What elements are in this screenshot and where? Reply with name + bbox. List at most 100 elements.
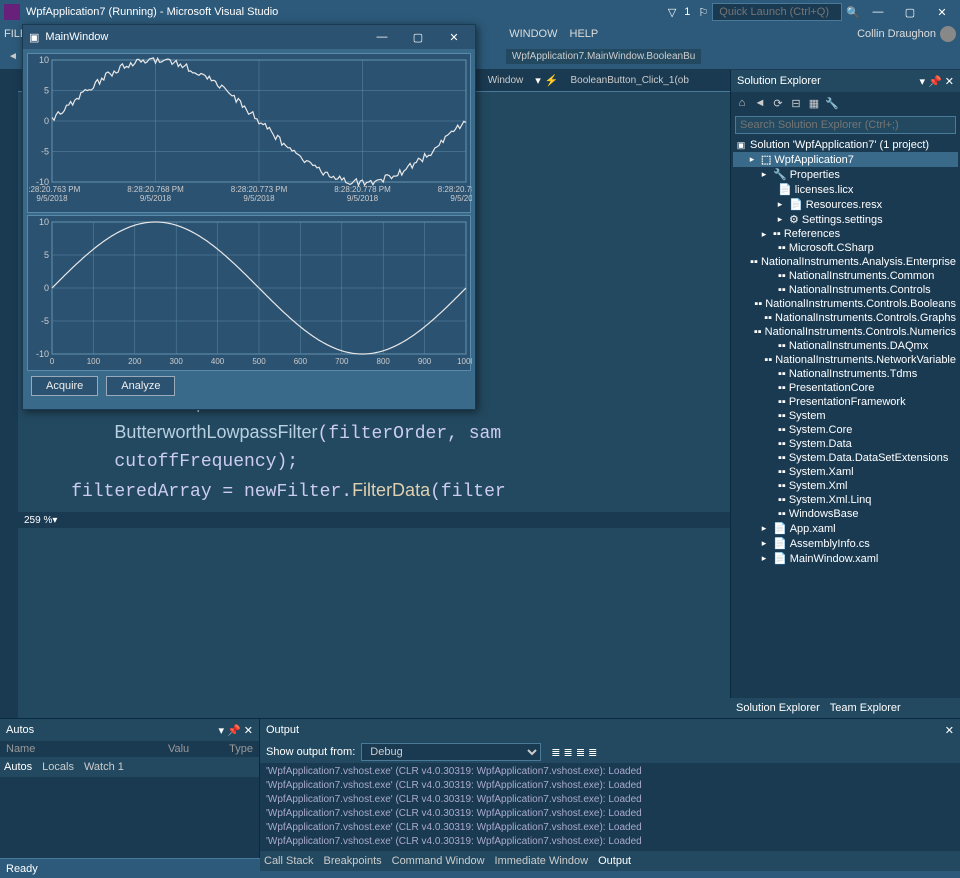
svg-text:9/5/2018: 9/5/2018 xyxy=(36,194,68,203)
solution-tree[interactable]: ▣Solution 'WpfApplication7' (1 project) … xyxy=(731,136,960,718)
svg-text:0: 0 xyxy=(50,357,55,366)
status-text: Ready xyxy=(6,863,38,875)
titlebar: WpfApplication7 (Running) - Microsoft Vi… xyxy=(0,0,960,24)
svg-text:500: 500 xyxy=(252,357,266,366)
menu-window[interactable]: WINDOW xyxy=(509,28,557,40)
notification-icon[interactable]: ▽ xyxy=(668,6,676,19)
refresh-icon[interactable]: ⟳ xyxy=(771,96,785,110)
tab-locals[interactable]: Locals xyxy=(42,761,74,773)
nav-scope[interactable]: Window xyxy=(480,73,532,88)
reference-item[interactable]: ▪▪ System.Data xyxy=(733,437,958,451)
tab-output[interactable]: Output xyxy=(598,855,631,867)
collapse-icon[interactable]: ⊟ xyxy=(789,96,803,110)
reference-item[interactable]: ▪▪ System.Xml.Linq xyxy=(733,493,958,507)
tab-breakpoints[interactable]: Breakpoints xyxy=(324,855,382,867)
solution-search-input[interactable] xyxy=(735,116,956,134)
svg-text:700: 700 xyxy=(335,357,349,366)
svg-text:8:28:20.773 PM: 8:28:20.773 PM xyxy=(231,185,288,194)
user-name: Collin Draughon xyxy=(857,28,936,40)
toolbar-back[interactable]: ◄ xyxy=(4,49,22,64)
output-source-label: Show output from: xyxy=(266,746,355,758)
menu-help[interactable]: HELP xyxy=(570,28,599,40)
tree-file[interactable]: ▸⚙ Settings.settings xyxy=(733,212,958,227)
tab-team-explorer[interactable]: Team Explorer xyxy=(830,702,901,714)
references-node[interactable]: ▸▪▪ References xyxy=(733,227,958,241)
maximize-button[interactable]: ▢ xyxy=(403,27,433,47)
reference-item[interactable]: ▪▪ NationalInstruments.Analysis.Enterpri… xyxy=(733,255,958,269)
autos-title: Autos xyxy=(6,724,34,736)
acquire-button[interactable]: Acquire xyxy=(31,376,98,396)
zoom-level[interactable]: 259 % ▾ xyxy=(18,512,730,528)
user-badge[interactable]: Collin Draughon xyxy=(857,26,956,42)
close-button[interactable]: ✕ xyxy=(928,2,956,22)
reference-item[interactable]: ▪▪ PresentationCore xyxy=(733,381,958,395)
show-all-icon[interactable]: ▦ xyxy=(807,96,821,110)
home-icon[interactable]: ⌂ xyxy=(735,96,749,110)
svg-text:900: 900 xyxy=(418,357,432,366)
reference-item[interactable]: ▪▪ System.Data.DataSetExtensions xyxy=(733,451,958,465)
svg-text:8:28:20.768 PM: 8:28:20.768 PM xyxy=(127,185,184,194)
quick-launch-input[interactable] xyxy=(712,3,842,21)
tab-callstack[interactable]: Call Stack xyxy=(264,855,314,867)
reference-item[interactable]: ▪▪ NationalInstruments.Tdms xyxy=(733,367,958,381)
tree-file[interactable]: 📄 licenses.licx xyxy=(733,182,958,197)
reference-item[interactable]: ▪▪ NationalInstruments.Controls.Graphs xyxy=(733,311,958,325)
output-text[interactable]: 'WpfApplication7.vshost.exe' (CLR v4.0.3… xyxy=(260,763,960,851)
reference-item[interactable]: ▪▪ System xyxy=(733,409,958,423)
svg-text:800: 800 xyxy=(377,357,391,366)
svg-text:8:28:20.783 PM: 8:28:20.783 PM xyxy=(438,185,472,194)
analyze-button[interactable]: Analyze xyxy=(106,376,175,396)
tab-solution-explorer[interactable]: Solution Explorer xyxy=(736,702,820,714)
avatar-icon xyxy=(940,26,956,42)
tab-command[interactable]: Command Window xyxy=(392,855,485,867)
autos-panel: Autos ▾ 📌 ✕ Name Valu Type Autos Locals W… xyxy=(0,719,260,858)
col-type: Type xyxy=(229,743,253,755)
tree-file[interactable]: ▸📄 Resources.resx xyxy=(733,197,958,212)
clear-icon[interactable]: ≣ ≣ ≣ ≣ xyxy=(551,746,597,759)
maximize-button[interactable]: ▢ xyxy=(896,2,924,22)
tab-autos[interactable]: Autos xyxy=(4,761,32,773)
tab-watch1[interactable]: Watch 1 xyxy=(84,761,124,773)
col-value: Valu xyxy=(168,743,189,755)
project-node[interactable]: ▸⬚ WpfApplication7 xyxy=(733,152,958,167)
reference-item[interactable]: ▪▪ System.Core xyxy=(733,423,958,437)
mainwindow-title: MainWindow xyxy=(45,31,108,43)
reference-item[interactable]: ▪▪ System.Xml xyxy=(733,479,958,493)
tree-file[interactable]: ▸📄 MainWindow.xaml xyxy=(733,551,958,566)
left-tool-strip[interactable] xyxy=(0,70,18,718)
reference-item[interactable]: ▪▪ NationalInstruments.DAQmx xyxy=(733,339,958,353)
reference-item[interactable]: ▪▪ NationalInstruments.NetworkVariable xyxy=(733,353,958,367)
nav-member[interactable]: BooleanButton_Click_1(ob xyxy=(563,73,697,88)
flag-icon[interactable]: ⚐ xyxy=(698,6,708,19)
reference-item[interactable]: ▪▪ NationalInstruments.Controls.Numerics xyxy=(733,325,958,339)
breadcrumb[interactable]: WpfApplication7.MainWindow.BooleanBu xyxy=(506,49,701,64)
vs-logo-icon xyxy=(4,4,20,20)
back-icon[interactable]: ◄ xyxy=(753,96,767,110)
svg-text:9/5/2018: 9/5/2018 xyxy=(243,194,275,203)
close-button[interactable]: ✕ xyxy=(439,27,469,47)
reference-item[interactable]: ▪▪ WindowsBase xyxy=(733,507,958,521)
tree-file[interactable]: ▸📄 App.xaml xyxy=(733,521,958,536)
reference-item[interactable]: ▪▪ PresentationFramework xyxy=(733,395,958,409)
reference-item[interactable]: ▪▪ System.Xaml xyxy=(733,465,958,479)
minimize-button[interactable]: — xyxy=(367,27,397,47)
reference-item[interactable]: ▪▪ NationalInstruments.Common xyxy=(733,269,958,283)
pin-icon[interactable]: ▾ 📌 ✕ xyxy=(919,76,954,88)
tab-immediate[interactable]: Immediate Window xyxy=(495,855,589,867)
properties-icon[interactable]: 🔧 xyxy=(825,96,839,110)
app-icon: ▣ xyxy=(29,31,39,44)
pin-icon[interactable]: ▾ 📌 ✕ xyxy=(218,724,253,737)
solution-node[interactable]: ▣Solution 'WpfApplication7' (1 project) xyxy=(733,138,958,152)
reference-item[interactable]: ▪▪ Microsoft.CSharp xyxy=(733,241,958,255)
close-icon[interactable]: ✕ xyxy=(945,724,954,737)
properties-node[interactable]: ▸🔧 Properties xyxy=(733,167,958,182)
tree-file[interactable]: ▸📄 AssemblyInfo.cs xyxy=(733,536,958,551)
output-source-select[interactable]: Debug xyxy=(361,743,541,761)
minimize-button[interactable]: — xyxy=(864,2,892,22)
search-icon[interactable]: 🔍 xyxy=(846,6,860,19)
svg-text:-5: -5 xyxy=(41,316,49,326)
bottom-panels: Autos ▾ 📌 ✕ Name Valu Type Autos Locals W… xyxy=(0,718,960,858)
reference-item[interactable]: ▪▪ NationalInstruments.Controls xyxy=(733,283,958,297)
col-name: Name xyxy=(6,743,35,755)
reference-item[interactable]: ▪▪ NationalInstruments.Controls.Booleans xyxy=(733,297,958,311)
